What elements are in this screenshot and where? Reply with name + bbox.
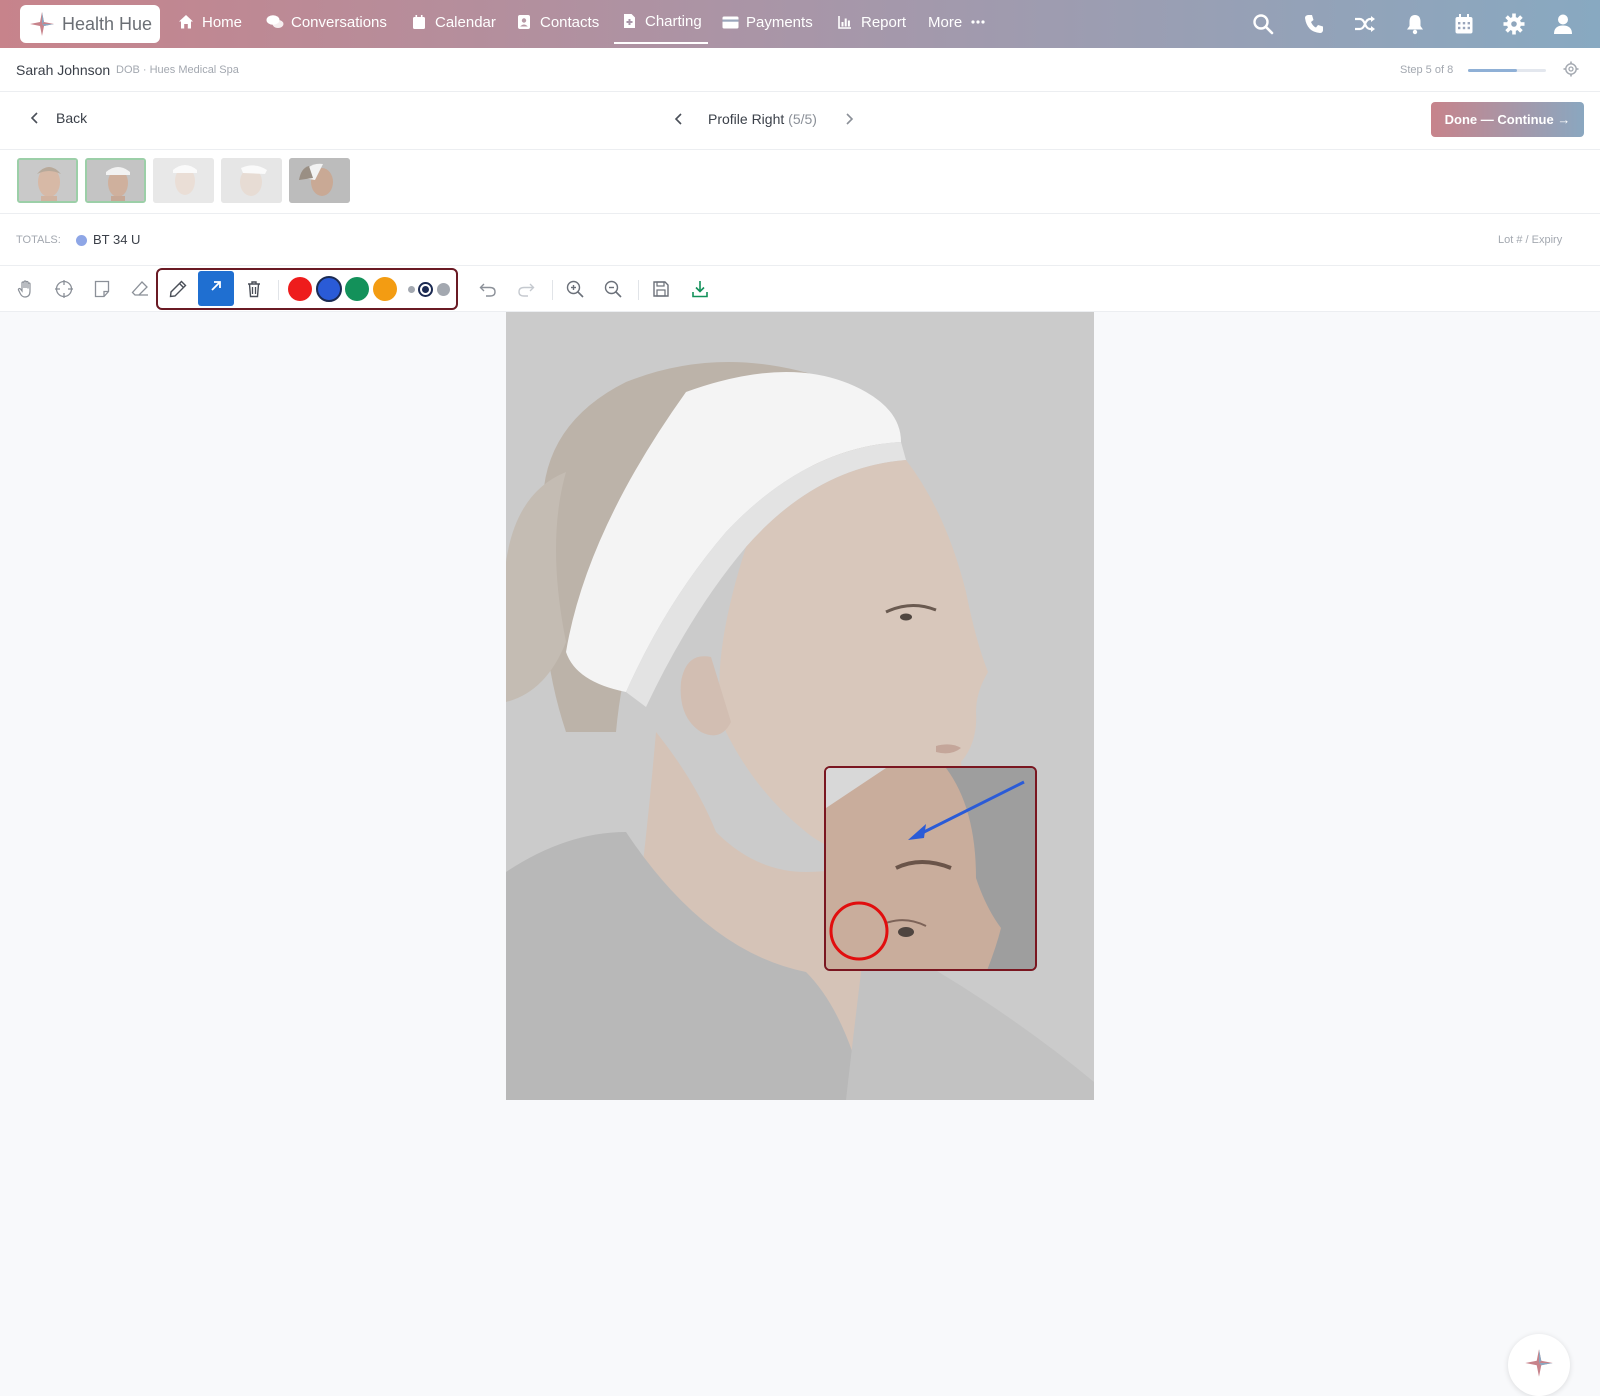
back-button[interactable]: Back bbox=[28, 110, 87, 126]
user-icon[interactable] bbox=[1550, 11, 1576, 37]
arrow-up-right-icon bbox=[208, 278, 224, 299]
thumbnail-profile-left[interactable] bbox=[221, 158, 282, 203]
logo-icon bbox=[28, 10, 56, 38]
nav-home[interactable]: Home bbox=[177, 0, 242, 44]
nav-label: Calendar bbox=[435, 13, 496, 31]
nav-more[interactable]: More bbox=[928, 0, 987, 44]
toolbar-divider bbox=[552, 280, 553, 300]
hand-pan-icon[interactable] bbox=[14, 277, 38, 301]
nav-report[interactable]: Report bbox=[836, 0, 906, 44]
shuffle-icon[interactable] bbox=[1352, 11, 1378, 37]
step-indicator: Step 5 of 8 bbox=[1400, 64, 1454, 76]
patient-meta: DOB · Hues Medical Spa bbox=[116, 64, 239, 76]
calendar-icon bbox=[410, 13, 428, 31]
note-icon[interactable] bbox=[90, 277, 114, 301]
more-dots-icon bbox=[969, 13, 987, 31]
color-swatch-orange[interactable] bbox=[373, 277, 397, 301]
thumbnail-front[interactable] bbox=[17, 158, 78, 203]
next-view-button[interactable] bbox=[842, 112, 856, 126]
nav-label: Payments bbox=[746, 13, 813, 31]
thumbnail-profile-right[interactable] bbox=[289, 158, 350, 203]
view-header: Back Profile Right (5/5) Done — Continue… bbox=[0, 92, 1600, 150]
patient-bar: Sarah Johnson DOB · Hues Medical Spa Ste… bbox=[0, 48, 1600, 92]
patient-photo-profile-right[interactable] bbox=[506, 312, 1094, 1100]
zoom-lens[interactable] bbox=[824, 766, 1037, 971]
payments-icon bbox=[721, 13, 739, 31]
gear-icon[interactable] bbox=[1501, 11, 1527, 37]
nav-label: More bbox=[928, 13, 963, 31]
totals-label: TOTALS: bbox=[16, 234, 61, 246]
toolbar-divider bbox=[278, 280, 279, 300]
undo-icon[interactable] bbox=[476, 277, 500, 301]
trash-icon[interactable] bbox=[242, 277, 266, 301]
thumbnail-oblique-left[interactable] bbox=[85, 158, 146, 203]
zoom-in-icon[interactable] bbox=[563, 277, 587, 301]
nav-contacts[interactable]: Contacts bbox=[515, 0, 599, 44]
patient-name: Sarah Johnson bbox=[16, 62, 111, 78]
color-swatch-blue[interactable] bbox=[316, 276, 342, 302]
chevron-left-icon bbox=[28, 111, 42, 125]
color-swatch-green[interactable] bbox=[345, 277, 369, 301]
step-progress-bar bbox=[1468, 69, 1546, 72]
download-icon[interactable] bbox=[688, 277, 712, 301]
step-progress-fill bbox=[1468, 69, 1517, 72]
eraser-icon[interactable] bbox=[128, 277, 152, 301]
view-count: (5/5) bbox=[788, 111, 817, 127]
brush-size-medium-dot bbox=[422, 286, 429, 293]
settings-icon[interactable] bbox=[1563, 61, 1579, 77]
nav-label: Charting bbox=[645, 12, 702, 30]
calendar-icon[interactable] bbox=[1451, 11, 1477, 37]
nav-label: Report bbox=[861, 13, 907, 31]
toolbar-divider bbox=[638, 280, 639, 300]
charting-icon bbox=[620, 12, 638, 30]
bt-color-dot bbox=[76, 235, 87, 246]
redo-icon[interactable] bbox=[514, 277, 538, 301]
done-continue-button[interactable]: Done — Continue → bbox=[1431, 102, 1584, 137]
thumbnail-oblique-right[interactable] bbox=[153, 158, 214, 203]
prev-view-button[interactable] bbox=[672, 112, 686, 126]
nav-conversations[interactable]: Conversations bbox=[266, 0, 387, 44]
totals-bar: TOTALS: BT 34 U Lot # / Expiry bbox=[0, 214, 1600, 266]
app-name: Health Hue bbox=[62, 13, 153, 34]
totals-value: BT 34 U bbox=[93, 232, 141, 247]
nav-charting[interactable]: Charting bbox=[614, 0, 708, 44]
chat-icon bbox=[266, 13, 284, 31]
view-title: Profile Right (5/5) bbox=[708, 111, 817, 127]
zoom-out-icon[interactable] bbox=[601, 277, 625, 301]
app-logo[interactable]: Health Hue bbox=[20, 5, 160, 43]
brush-size-small[interactable] bbox=[408, 286, 415, 293]
nav-label: Conversations bbox=[291, 13, 387, 31]
nav-label: Home bbox=[202, 13, 243, 31]
nav-payments[interactable]: Payments bbox=[721, 0, 813, 44]
back-label: Back bbox=[56, 110, 88, 126]
contacts-icon bbox=[515, 13, 533, 31]
home-icon bbox=[177, 13, 195, 31]
assistant-button[interactable] bbox=[1508, 1334, 1570, 1396]
bell-icon[interactable] bbox=[1402, 11, 1428, 37]
nav-label: Contacts bbox=[540, 13, 600, 31]
photo-thumbnails bbox=[0, 150, 1600, 214]
brush-size-large[interactable] bbox=[437, 283, 450, 296]
save-icon[interactable] bbox=[649, 277, 673, 301]
assistant-logo-icon bbox=[1523, 1347, 1555, 1384]
lot-expiry-link[interactable]: Lot # / Expiry bbox=[1498, 234, 1562, 246]
report-icon bbox=[836, 13, 854, 31]
pencil-icon[interactable] bbox=[166, 277, 190, 301]
arrow-tool-button[interactable] bbox=[198, 271, 234, 306]
annotation-toolbar bbox=[0, 266, 1600, 312]
canvas-area bbox=[0, 312, 1600, 1396]
top-nav: Health Hue Home Conversations Calendar C… bbox=[0, 0, 1600, 48]
search-icon[interactable] bbox=[1250, 11, 1276, 37]
phone-icon[interactable] bbox=[1301, 11, 1327, 37]
crosshair-icon[interactable] bbox=[52, 277, 76, 301]
view-title-text: Profile Right bbox=[708, 111, 785, 127]
nav-calendar[interactable]: Calendar bbox=[410, 0, 496, 44]
color-swatch-red[interactable] bbox=[288, 277, 312, 301]
